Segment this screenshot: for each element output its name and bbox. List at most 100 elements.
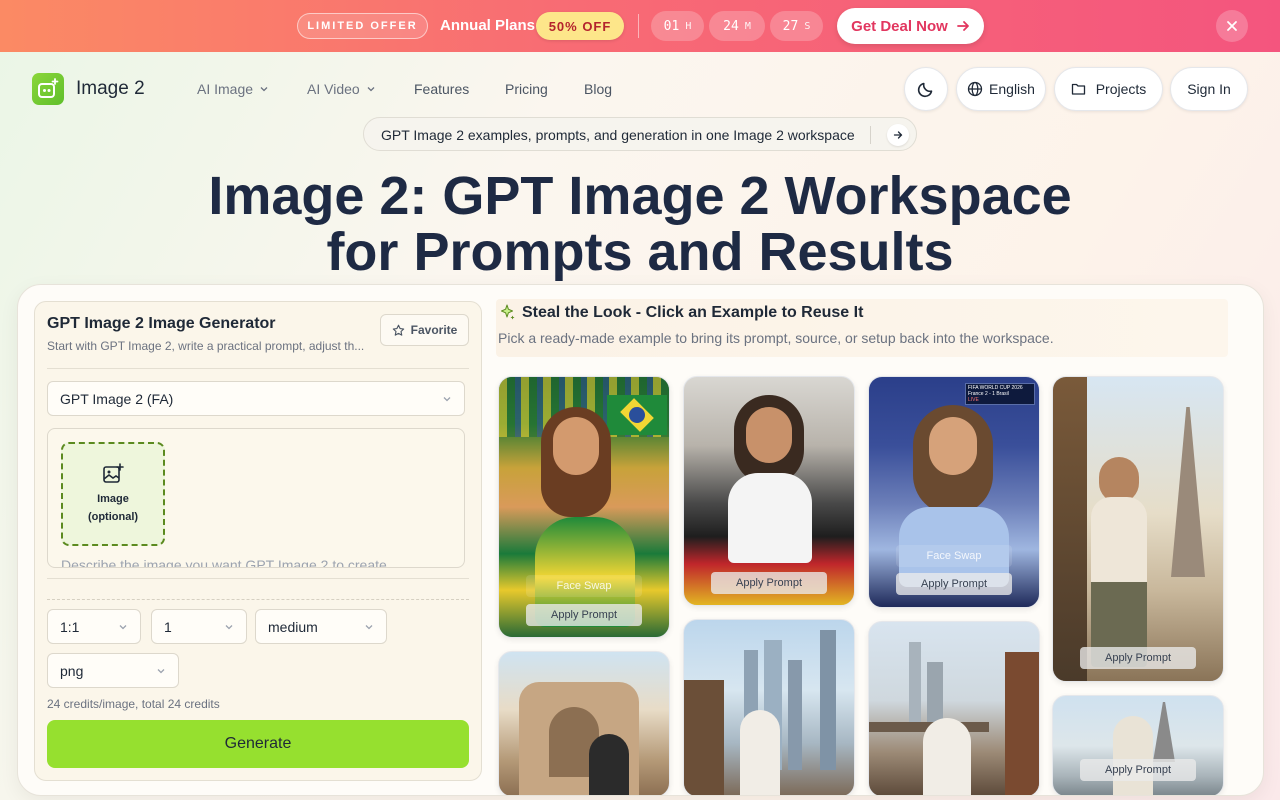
example-card[interactable]: Face Swap Apply Prompt <box>498 376 670 638</box>
tower-shape <box>820 630 836 770</box>
language-button[interactable]: English <box>956 67 1046 111</box>
apply-prompt-button[interactable]: Apply Prompt <box>1080 647 1196 669</box>
examples-title: Steal the Look - Click an Example to Reu… <box>522 304 864 321</box>
prompt-area[interactable]: Image (optional) Describe the image you … <box>47 428 465 568</box>
apply-prompt-button[interactable]: Apply Prompt <box>711 572 827 594</box>
person-shape <box>923 718 971 795</box>
projects-button[interactable]: Projects <box>1054 67 1163 111</box>
star-icon <box>392 324 404 336</box>
person-shape <box>1113 716 1153 795</box>
chevron-down-icon <box>443 397 451 402</box>
building-shape <box>684 680 724 795</box>
announcement-bar[interactable]: GPT Image 2 examples, prompts, and gener… <box>363 117 917 151</box>
folder-icon <box>1071 83 1085 95</box>
countdown-hours-unit: H <box>685 20 692 32</box>
image-count-select[interactable]: 1 <box>151 609 247 644</box>
example-card[interactable] <box>868 621 1040 795</box>
generator-title: GPT Image 2 Image Generator <box>47 315 276 332</box>
quality-select[interactable]: medium <box>255 609 387 644</box>
arrow-right-icon <box>893 131 903 139</box>
face-swap-button[interactable]: Face Swap <box>526 575 642 597</box>
person-shape <box>589 734 629 795</box>
apply-prompt-button[interactable]: Apply Prompt <box>526 604 642 626</box>
sign-in-button[interactable]: Sign In <box>1170 67 1248 111</box>
divider <box>47 578 469 579</box>
page-title-line-1: Image 2: GPT Image 2 Workspace <box>208 166 1072 226</box>
get-deal-label: Get Deal Now <box>851 17 948 35</box>
face-swap-button[interactable]: Face Swap <box>896 545 1012 567</box>
tower-shape <box>788 660 802 770</box>
discount-badge: 50% OFF <box>536 12 624 40</box>
divider <box>638 14 639 38</box>
face-shape <box>929 417 977 475</box>
image-upload-dropzone[interactable]: Image (optional) <box>61 442 165 546</box>
upload-optional-label: (optional) <box>87 511 139 523</box>
quality-value: medium <box>268 618 318 635</box>
model-select-value: GPT Image 2 (FA) <box>60 390 174 407</box>
countdown-minutes: 24 M <box>709 11 765 41</box>
tower-shape <box>909 642 921 732</box>
divider <box>47 368 469 369</box>
theme-toggle-button[interactable] <box>904 67 948 111</box>
nav-blog[interactable]: Blog <box>584 81 612 97</box>
chevron-down-icon <box>367 87 375 92</box>
example-card[interactable]: Apply Prompt <box>1052 376 1224 682</box>
brazil-flag <box>607 395 667 435</box>
close-icon <box>1227 21 1237 31</box>
workspace-panel: GPT Image 2 Image Generator Start with G… <box>17 284 1264 796</box>
eiffel-tower-shape <box>1171 407 1205 577</box>
moon-icon <box>917 82 933 98</box>
example-card[interactable] <box>498 651 670 795</box>
page-title: Image 2: GPT Image 2 Workspace for Promp… <box>0 168 1280 280</box>
example-card[interactable]: Apply Prompt <box>1052 695 1224 795</box>
generator-subtitle: Start with GPT Image 2, write a practica… <box>47 339 365 353</box>
countdown-seconds-unit: S <box>804 20 811 32</box>
image-generator-panel: GPT Image 2 Image Generator Start with G… <box>34 301 482 781</box>
limited-offer-badge: LIMITED OFFER <box>297 13 428 39</box>
nav-features[interactable]: Features <box>414 81 469 97</box>
model-select[interactable]: GPT Image 2 (FA) <box>47 381 465 416</box>
example-card[interactable]: Apply Prompt <box>683 376 855 606</box>
logo[interactable] <box>32 73 64 105</box>
example-card[interactable]: FIFA WORLD CUP 2026 France 2 - 1 Brasil … <box>868 376 1040 608</box>
jersey-shape <box>728 473 812 563</box>
apply-prompt-button[interactable]: Apply Prompt <box>896 573 1012 595</box>
countdown-minutes-value: 24 <box>723 18 739 34</box>
aspect-ratio-select[interactable]: 1:1 <box>47 609 141 644</box>
upload-label: Image <box>97 493 129 505</box>
building-shape <box>1053 377 1087 681</box>
close-banner-button[interactable] <box>1216 10 1248 42</box>
nav-ai-video-label: AI Video <box>307 81 360 97</box>
announcement-arrow-button[interactable] <box>887 124 909 146</box>
page-title-line-2: for Prompts and Results <box>326 222 954 282</box>
generate-button[interactable]: Generate <box>47 720 469 768</box>
favorite-button[interactable]: Favorite <box>380 314 469 346</box>
sparkles-icon <box>501 304 515 320</box>
divider <box>870 126 871 144</box>
countdown-seconds-value: 27 <box>782 18 799 34</box>
eiffel-tower-shape <box>1153 702 1175 762</box>
projects-label: Projects <box>1095 81 1147 97</box>
annual-plans-label: Annual Plans <box>440 17 536 34</box>
chevron-down-icon <box>365 625 373 630</box>
chevron-down-icon <box>119 625 127 630</box>
person-shape <box>740 710 780 795</box>
countdown-hours: 01 H <box>651 11 704 41</box>
building-shape <box>1005 652 1039 795</box>
examples-subtitle: Pick a ready-made example to bring its p… <box>498 330 1054 346</box>
face-shape <box>553 417 599 475</box>
apply-prompt-button[interactable]: Apply Prompt <box>1080 759 1196 781</box>
format-value: png <box>60 662 84 679</box>
get-deal-button[interactable]: Get Deal Now <box>837 8 984 44</box>
divider <box>47 599 469 600</box>
nav-ai-video[interactable]: AI Video <box>307 81 376 97</box>
format-select[interactable]: png <box>47 653 179 688</box>
brand-name[interactable]: Image 2 <box>76 78 145 100</box>
globe-icon <box>967 81 983 97</box>
prompt-placeholder: Describe the image you want GPT Image 2 … <box>61 557 387 568</box>
nav-ai-image[interactable]: AI Image <box>197 81 269 97</box>
example-card[interactable] <box>683 619 855 795</box>
countdown-hours-value: 01 <box>663 18 680 34</box>
image-count-value: 1 <box>164 618 172 635</box>
nav-pricing[interactable]: Pricing <box>505 81 548 97</box>
